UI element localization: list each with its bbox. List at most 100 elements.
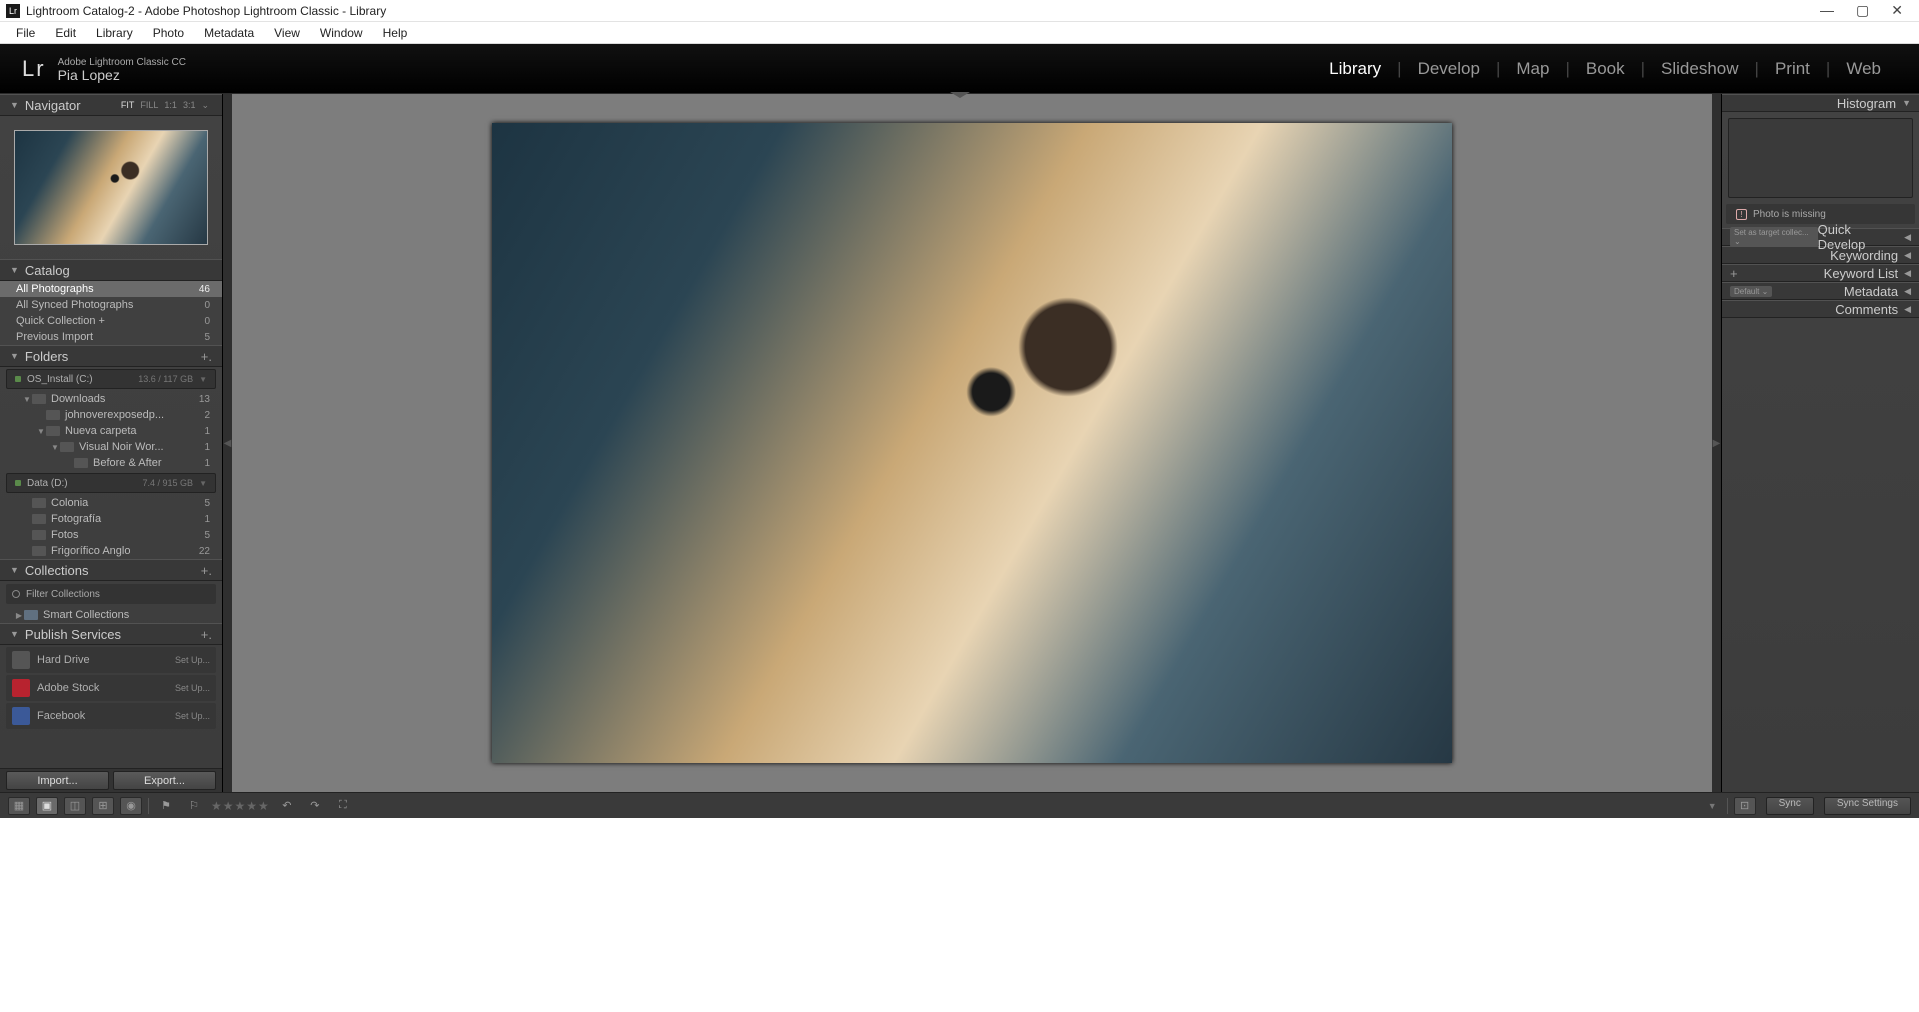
people-view-button[interactable]: ◉ <box>120 797 142 815</box>
right-edge-expand[interactable]: ▶ <box>1712 94 1721 792</box>
menu-metadata[interactable]: Metadata <box>194 26 264 40</box>
folder-item[interactable]: Colonia5 <box>0 495 222 511</box>
setup-link[interactable]: Set Up... <box>175 711 210 721</box>
folder-icon <box>60 442 74 452</box>
folder-item[interactable]: ▼Downloads13 <box>0 391 222 407</box>
module-print[interactable]: Print <box>1759 59 1826 79</box>
publish-header[interactable]: ▼ Publish Services +. <box>0 623 222 645</box>
flag-pick-button[interactable]: ⚑ <box>155 797 177 815</box>
service-icon <box>12 651 30 669</box>
minimize-button[interactable]: — <box>1820 2 1834 19</box>
navigator-zoom-options[interactable]: FIT FILL 1:1 3:1 ⌄ <box>118 100 212 111</box>
expand-icon: ◀ <box>1904 286 1911 297</box>
catalog-header[interactable]: ▼ Catalog <box>0 259 222 281</box>
menu-file[interactable]: File <box>6 26 45 40</box>
app-header: Lr Adobe Lightroom Classic CC Pia Lopez … <box>0 44 1919 94</box>
grid-view-button[interactable]: ▦ <box>8 797 30 815</box>
module-book[interactable]: Book <box>1570 59 1641 79</box>
menu-view[interactable]: View <box>264 26 310 40</box>
survey-view-button[interactable]: ⊞ <box>92 797 114 815</box>
zoom-1:1[interactable]: 1:1 <box>164 100 177 110</box>
catalog-item[interactable]: All Photographs46 <box>0 281 222 297</box>
flag-reject-button[interactable]: ⚐ <box>183 797 205 815</box>
main-canvas[interactable] <box>232 94 1712 792</box>
rotate-ccw-button[interactable]: ↶ <box>276 797 298 815</box>
sync-button[interactable]: Sync <box>1766 797 1814 815</box>
sync-settings-button[interactable]: Sync Settings <box>1824 797 1911 815</box>
menu-edit[interactable]: Edit <box>45 26 86 40</box>
setup-link[interactable]: Set Up... <box>175 655 210 665</box>
panel-keyword-list[interactable]: +Keyword List◀ <box>1722 264 1919 282</box>
zoom-dropdown-icon[interactable]: ⌄ <box>201 100 209 110</box>
window-titlebar: Lr Lightroom Catalog-2 - Adobe Photoshop… <box>0 0 1919 22</box>
module-develop[interactable]: Develop <box>1402 59 1496 79</box>
folder-item[interactable]: Before & After1 <box>0 455 222 471</box>
zoom-fill[interactable]: FILL <box>140 100 158 110</box>
loupe-view-button[interactable]: ▣ <box>36 797 58 815</box>
toolbar-dropdown[interactable]: ▼ <box>1708 801 1717 811</box>
zoom-fit[interactable]: FIT <box>121 100 135 110</box>
volume-row[interactable]: OS_Install (C:)13.6 / 117 GB▼ <box>6 369 216 389</box>
folder-item[interactable]: Fotografía1 <box>0 511 222 527</box>
publish-service-item[interactable]: FacebookSet Up... <box>6 703 216 729</box>
volume-row[interactable]: Data (D:)7.4 / 915 GB▼ <box>6 473 216 493</box>
setup-link[interactable]: Set Up... <box>175 683 210 693</box>
add-icon[interactable]: + <box>1730 266 1738 281</box>
publish-service-item[interactable]: Hard DriveSet Up... <box>6 647 216 673</box>
expand-icon[interactable]: ▼ <box>36 427 46 436</box>
rotate-cw-button[interactable]: ↷ <box>304 797 326 815</box>
catalog-item[interactable]: Quick Collection +0 <box>0 313 222 329</box>
expand-icon[interactable]: ▼ <box>22 395 32 404</box>
navigator-title: Navigator <box>25 98 81 113</box>
catalog-item[interactable]: Previous Import5 <box>0 329 222 345</box>
filter-collections-input[interactable]: Filter Collections <box>6 584 216 604</box>
folder-item[interactable]: ▼Visual Noir Wor...1 <box>0 439 222 455</box>
add-publish-icon[interactable]: +. <box>201 627 212 642</box>
import-button[interactable]: Import... <box>6 771 109 790</box>
folder-item[interactable]: johnoverexposedp...2 <box>0 407 222 423</box>
collapse-icon: ▼ <box>10 629 19 639</box>
volume-menu-icon[interactable]: ▼ <box>199 479 207 488</box>
export-button[interactable]: Export... <box>113 771 216 790</box>
navigator-thumbnail[interactable] <box>0 116 222 259</box>
navigator-header[interactable]: ▼ Navigator FITFILL1:13:1⌄ <box>0 94 222 116</box>
close-button[interactable]: ✕ <box>1891 2 1903 19</box>
smart-collections-item[interactable]: ▶ Smart Collections <box>0 607 222 623</box>
panel-metadata[interactable]: Default ⌄Metadata◀ <box>1722 282 1919 300</box>
module-slideshow[interactable]: Slideshow <box>1645 59 1755 79</box>
panel-preset-dropdown[interactable]: Set as target collec... ⌄ <box>1730 227 1818 247</box>
folder-icon <box>32 394 46 404</box>
module-map[interactable]: Map <box>1500 59 1565 79</box>
menu-library[interactable]: Library <box>86 26 143 40</box>
module-library[interactable]: Library <box>1313 59 1397 79</box>
folder-item[interactable]: Frigorífico Anglo22 <box>0 543 222 559</box>
add-folder-icon[interactable]: +. <box>201 349 212 364</box>
histogram-header[interactable]: Histogram ▼ <box>1722 94 1919 112</box>
sync-toggle-icon[interactable]: ⊡ <box>1734 797 1756 815</box>
panel-quick-develop[interactable]: Set as target collec... ⌄Quick Develop◀ <box>1722 228 1919 246</box>
menu-window[interactable]: Window <box>310 26 373 40</box>
volume-menu-icon[interactable]: ▼ <box>199 375 207 384</box>
catalog-item[interactable]: All Synced Photographs0 <box>0 297 222 313</box>
zoom-3:1[interactable]: 3:1 <box>183 100 196 110</box>
folder-item[interactable]: ▼Nueva carpeta1 <box>0 423 222 439</box>
maximize-button[interactable]: ▢ <box>1856 2 1869 19</box>
module-web[interactable]: Web <box>1830 59 1897 79</box>
panel-preset-dropdown[interactable]: Default ⌄ <box>1730 286 1772 297</box>
top-panel-expand-icon[interactable] <box>950 92 970 98</box>
menu-photo[interactable]: Photo <box>143 26 194 40</box>
publish-service-item[interactable]: Adobe StockSet Up... <box>6 675 216 701</box>
left-edge-expand[interactable]: ◀ <box>223 94 232 792</box>
panel-comments[interactable]: Comments◀ <box>1722 300 1919 318</box>
folders-header[interactable]: ▼ Folders +. <box>0 345 222 367</box>
menu-help[interactable]: Help <box>373 26 418 40</box>
expand-icon[interactable]: ▼ <box>50 443 60 452</box>
collections-header[interactable]: ▼ Collections +. <box>0 559 222 581</box>
left-panel: ▼ Navigator FIT FILL 1:1 3:1 ⌄ ▼ Catalog All… <box>0 94 223 792</box>
compare-view-button[interactable]: ◫ <box>64 797 86 815</box>
add-collection-icon[interactable]: +. <box>201 563 212 578</box>
folder-item[interactable]: Fotos5 <box>0 527 222 543</box>
crop-frame-button[interactable]: ⛶ <box>332 797 354 815</box>
rating-stars[interactable]: ★★★★★ <box>211 799 270 813</box>
folder-icon <box>32 514 46 524</box>
